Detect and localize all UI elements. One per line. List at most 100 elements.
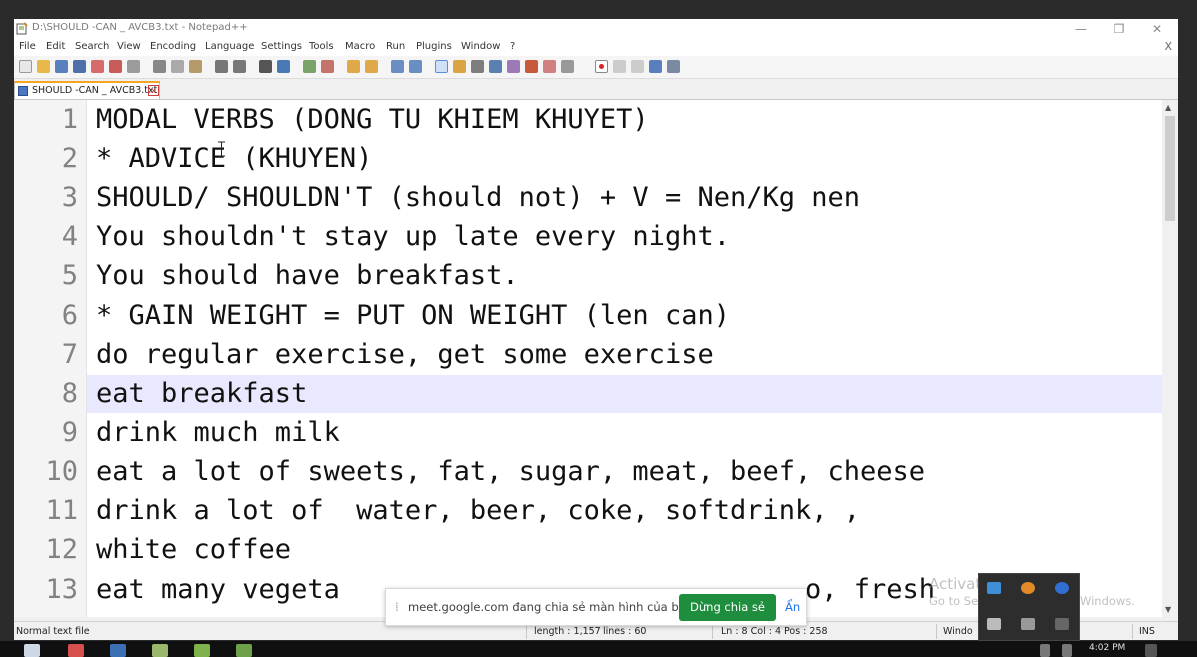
find-icon[interactable] [259, 60, 272, 73]
scroll-up-icon[interactable]: ▲ [1165, 103, 1171, 112]
taskbar-app-icon[interactable] [194, 644, 210, 657]
line-number: 12 [45, 534, 78, 565]
close-window-button[interactable]: ✕ [1138, 19, 1176, 39]
window-title: D:\SHOULD -CAN _ AVCB3.txt - Notepad++ [32, 22, 248, 33]
status-position: Ln : 8 Col : 4 Pos : 258 [721, 626, 828, 637]
redo-icon[interactable] [233, 60, 246, 73]
line-number: 4 [61, 221, 78, 252]
status-divider [936, 624, 937, 639]
save-icon[interactable] [55, 60, 68, 73]
taskbar: 4:02 PM [0, 641, 1197, 657]
minimize-button[interactable]: — [1062, 19, 1100, 39]
eye-icon[interactable] [561, 60, 574, 73]
taskbar-app-icon[interactable] [110, 644, 126, 657]
new-file-icon[interactable] [19, 60, 32, 73]
replace-icon[interactable] [277, 60, 290, 73]
status-divider [526, 624, 527, 639]
tab-should-can-avcb3[interactable]: SHOULD -CAN _ AVCB3.txt x [14, 81, 160, 99]
close-file-icon[interactable] [91, 60, 104, 73]
restore-button[interactable]: ❐ [1100, 19, 1138, 39]
menu-window[interactable]: Window [461, 41, 500, 52]
close-document-button[interactable]: X [1164, 40, 1172, 53]
save-macro-icon[interactable] [667, 60, 680, 73]
copy-icon[interactable] [171, 60, 184, 73]
code-line-current: eat breakfast [96, 378, 308, 409]
code-line: eat many vegeta [96, 574, 340, 605]
menu-view[interactable]: View [117, 41, 141, 52]
show-all-chars-icon[interactable] [409, 60, 422, 73]
line-number: 2 [61, 143, 78, 174]
stop-macro-icon[interactable] [613, 60, 626, 73]
panel-icon[interactable] [543, 60, 556, 73]
code-line: * ADVICE (KHUYEN) [96, 143, 373, 174]
start-icon[interactable] [24, 644, 40, 657]
record-macro-icon[interactable] [595, 60, 608, 73]
text-cursor-icon [218, 141, 225, 157]
bluetooth-icon[interactable] [1055, 582, 1069, 594]
volume-icon[interactable] [1040, 644, 1050, 657]
stop-sharing-button[interactable]: Dừng chia sẻ [679, 594, 776, 621]
code-line: You should have breakfast. [96, 260, 519, 291]
folder-workspace-icon[interactable] [507, 60, 520, 73]
close-all-icon[interactable] [109, 60, 122, 73]
menu-macro[interactable]: Macro [345, 41, 375, 52]
tab-close-icon[interactable]: x [148, 85, 159, 96]
usb-icon[interactable] [987, 618, 1001, 630]
zoom-in-icon[interactable] [303, 60, 316, 73]
taskbar-app-icon[interactable] [68, 644, 84, 657]
notepadpp-taskbar-icon[interactable] [152, 644, 168, 657]
cloud-app-icon[interactable] [1021, 582, 1035, 594]
function-list-icon[interactable] [489, 60, 502, 73]
menu-plugins[interactable]: Plugins [416, 41, 452, 52]
clock[interactable]: 4:02 PM [1089, 643, 1125, 653]
menu-search[interactable]: Search [75, 41, 109, 52]
menu-tools[interactable]: Tools [309, 41, 334, 52]
notification-icon[interactable] [1145, 644, 1157, 657]
status-filetype: Normal text file [16, 626, 90, 637]
code-line: You shouldn't stay up late every night. [96, 221, 730, 252]
save-all-icon[interactable] [73, 60, 86, 73]
line-number: 13 [45, 574, 78, 605]
zoom-out-icon[interactable] [321, 60, 334, 73]
vertical-scrollbar[interactable]: ▲ ▼ [1162, 100, 1178, 617]
scroll-thumb[interactable] [1165, 116, 1175, 221]
run-multiple-macro-icon[interactable] [649, 60, 662, 73]
device-icon[interactable] [1021, 618, 1035, 630]
line-number: 6 [61, 300, 78, 331]
open-file-icon[interactable] [37, 60, 50, 73]
sync-horizontal-icon[interactable] [365, 60, 378, 73]
code-line: drink a lot of water, beer, coke, softdr… [96, 495, 861, 526]
menu-settings[interactable]: Settings [261, 41, 302, 52]
scroll-down-icon[interactable]: ▼ [1165, 605, 1171, 614]
taskbar-app-icon[interactable] [236, 644, 252, 657]
menu-run[interactable]: Run [386, 41, 405, 52]
share-message: meet.google.com đang chia sẻ màn hình củ… [408, 600, 697, 614]
play-macro-icon[interactable] [631, 60, 644, 73]
undo-icon[interactable] [215, 60, 228, 73]
doc-map-icon[interactable] [471, 60, 484, 73]
print-icon[interactable] [127, 60, 140, 73]
tab-label: SHOULD -CAN _ AVCB3.txt [32, 85, 158, 96]
word-wrap-icon[interactable] [391, 60, 404, 73]
line-number: 3 [61, 182, 78, 213]
cut-icon[interactable] [153, 60, 166, 73]
network-app-icon[interactable] [987, 582, 1001, 594]
network-icon[interactable] [1062, 644, 1072, 657]
status-insert-mode: INS [1139, 626, 1155, 637]
menu-file[interactable]: File [19, 41, 36, 52]
text-editor[interactable]: 1 MODAL VERBS (DONG TU KHIEM KHUYET) 2 *… [14, 100, 1162, 617]
menu-language[interactable]: Language [205, 41, 254, 52]
menu-encoding[interactable]: Encoding [150, 41, 196, 52]
status-length: length : 1,157 [534, 626, 601, 637]
menu-edit[interactable]: Edit [46, 41, 65, 52]
hide-banner-link[interactable]: Ẩn [785, 600, 800, 614]
drag-handle-icon[interactable]: ⁞ [395, 600, 399, 614]
indent-guide-icon[interactable] [435, 60, 448, 73]
monitoring-icon[interactable] [525, 60, 538, 73]
menu-help[interactable]: ? [510, 41, 515, 52]
security-icon[interactable] [1055, 618, 1069, 630]
paste-icon[interactable] [189, 60, 202, 73]
sync-vertical-icon[interactable] [347, 60, 360, 73]
notepadpp-window: D:\SHOULD -CAN _ AVCB3.txt - Notepad++ —… [14, 19, 1178, 640]
language-udl-icon[interactable] [453, 60, 466, 73]
